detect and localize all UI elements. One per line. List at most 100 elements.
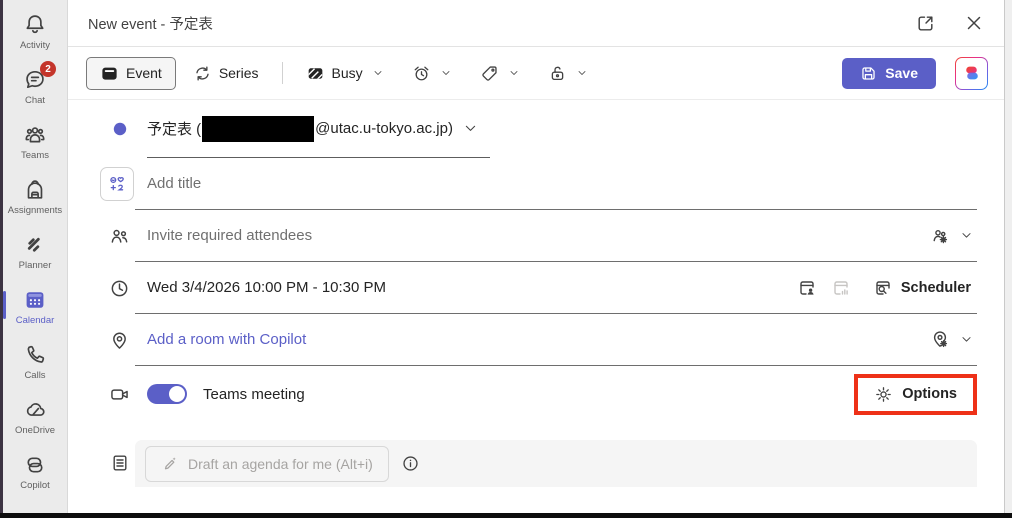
desktop-background-strip <box>1004 0 1012 513</box>
teams-meeting-row: Teams meeting Options <box>68 366 1004 422</box>
description-editor-body[interactable] <box>171 492 977 508</box>
description-editor-header: Draft an agenda for me (Alt+i) <box>135 440 977 487</box>
popout-icon[interactable] <box>915 13 936 34</box>
dialog-title: New event - 予定表 <box>88 13 213 34</box>
time-insights-button <box>827 274 855 302</box>
sidebar-item-activity[interactable]: Activity <box>3 4 67 59</box>
onedrive-cloud-icon <box>23 398 47 422</box>
sidebar-item-copilot[interactable]: Copilot <box>3 444 67 499</box>
screen-bottom-edge <box>0 513 1012 518</box>
toolbar-divider <box>282 62 283 84</box>
notes-icon <box>110 453 130 473</box>
app-rail: Activity 2 Chat Teams Assignments Planne… <box>3 0 67 513</box>
alarm-icon <box>412 64 431 83</box>
location-options-button[interactable] <box>926 326 954 354</box>
datetime-field[interactable]: Wed 3/4/2026 10:00 PM - 10:30 PM Schedul… <box>135 262 977 314</box>
toggle-knob <box>169 386 185 402</box>
sidebar-item-calendar[interactable]: Calendar <box>3 279 67 334</box>
info-icon[interactable] <box>401 454 420 473</box>
room-placeholder: Add a room with Copilot <box>147 331 306 348</box>
event-icon <box>100 64 119 83</box>
chevron-down-icon <box>508 67 520 79</box>
sensitivity-button[interactable] <box>537 57 599 90</box>
chevron-down-icon <box>440 67 452 79</box>
save-label: Save <box>885 65 918 81</box>
lock-open-icon <box>548 64 567 83</box>
chevron-down-icon[interactable] <box>960 229 973 242</box>
show-as-busy-button[interactable]: Busy <box>295 57 395 90</box>
scheduler-button[interactable]: Scheduler <box>871 274 973 302</box>
teams-meeting-label: Teams meeting <box>203 386 305 403</box>
teams-meeting-toggle[interactable] <box>147 384 187 404</box>
chevron-down-icon <box>463 121 478 136</box>
calendar-color-dot <box>113 122 127 136</box>
calendar-chart-icon <box>831 278 851 298</box>
bell-icon <box>23 13 47 37</box>
title-input[interactable]: Add title <box>135 158 977 210</box>
sidebar-item-planner[interactable]: Planner <box>3 224 67 279</box>
repeat-icon <box>193 64 212 83</box>
event-tab-label: Event <box>126 65 162 81</box>
series-tab-label: Series <box>219 65 259 81</box>
sidebar-item-teams[interactable]: Teams <box>3 114 67 169</box>
new-event-dialog: New event - 予定表 Event Series Busy <box>67 0 1004 513</box>
close-icon[interactable] <box>964 13 984 33</box>
datetime-row: Wed 3/4/2026 10:00 PM - 10:30 PM Schedul… <box>68 262 1004 314</box>
calendar-person-icon <box>797 278 817 298</box>
calendar-icon <box>23 288 47 312</box>
busy-icon <box>306 64 325 83</box>
reminder-button[interactable] <box>401 57 463 90</box>
event-tab-button[interactable]: Event <box>86 57 176 90</box>
series-tab-button[interactable]: Series <box>182 57 270 90</box>
sidebar-item-label: Calls <box>24 370 45 381</box>
attendees-row: Invite required attendees <box>68 210 1004 262</box>
attendee-options-button[interactable] <box>926 222 954 250</box>
copilot-icon <box>23 453 47 477</box>
emoji-add-button[interactable] <box>100 167 134 201</box>
attendees-input[interactable]: Invite required attendees <box>135 210 977 262</box>
sidebar-item-onedrive[interactable]: OneDrive <box>3 389 67 444</box>
sidebar-item-label: Copilot <box>20 480 50 491</box>
event-toolbar: Event Series Busy Save <box>68 47 1004 100</box>
chevron-down-icon[interactable] <box>960 333 973 346</box>
sidebar-item-label: Chat <box>25 95 45 106</box>
people-settings-icon <box>930 226 950 246</box>
clock-icon <box>109 278 130 299</box>
sidebar-item-label: Teams <box>21 150 49 161</box>
redacted-email <box>202 116 314 142</box>
title-row: Add title <box>68 158 1004 210</box>
attendees-placeholder: Invite required attendees <box>147 227 312 244</box>
description-section: Draft an agenda for me (Alt+i) <box>68 440 1004 487</box>
category-button[interactable] <box>469 57 531 90</box>
room-input[interactable]: Add a room with Copilot <box>135 314 977 366</box>
sidebar-item-chat[interactable]: 2 Chat <box>3 59 67 114</box>
sidebar-item-label: Assignments <box>8 205 62 216</box>
tag-icon <box>480 64 499 83</box>
save-button[interactable]: Save <box>842 58 936 89</box>
people-icon <box>109 226 130 247</box>
calendar-picker-row: 予定表 (@utac.u-tokyo.ac.jp) <box>68 100 1004 158</box>
location-settings-icon <box>930 330 950 350</box>
meeting-options-button[interactable]: Options <box>854 374 977 415</box>
save-icon <box>860 65 877 82</box>
sidebar-item-assignments[interactable]: Assignments <box>3 169 67 224</box>
location-icon <box>109 330 130 351</box>
sidebar-item-label: Calendar <box>16 315 55 326</box>
copilot-button[interactable] <box>955 57 988 90</box>
gear-icon <box>874 385 893 404</box>
sidebar-item-label: OneDrive <box>15 425 55 436</box>
suggested-times-button[interactable] <box>793 274 821 302</box>
sidebar-item-calls[interactable]: Calls <box>3 334 67 389</box>
draft-agenda-button[interactable]: Draft an agenda for me (Alt+i) <box>145 446 389 482</box>
planner-icon <box>23 233 47 257</box>
scheduler-label: Scheduler <box>901 280 971 296</box>
camera-icon <box>109 384 130 405</box>
teams-icon <box>23 123 47 147</box>
backpack-icon <box>23 178 47 202</box>
calendar-select[interactable]: 予定表 (@utac.u-tokyo.ac.jp) <box>147 100 490 158</box>
chevron-down-icon <box>372 67 384 79</box>
sidebar-item-label: Activity <box>20 40 50 51</box>
draft-agenda-label: Draft an agenda for me (Alt+i) <box>188 456 373 472</box>
phone-icon <box>23 343 47 367</box>
datetime-value: Wed 3/4/2026 10:00 PM - 10:30 PM <box>147 279 386 296</box>
